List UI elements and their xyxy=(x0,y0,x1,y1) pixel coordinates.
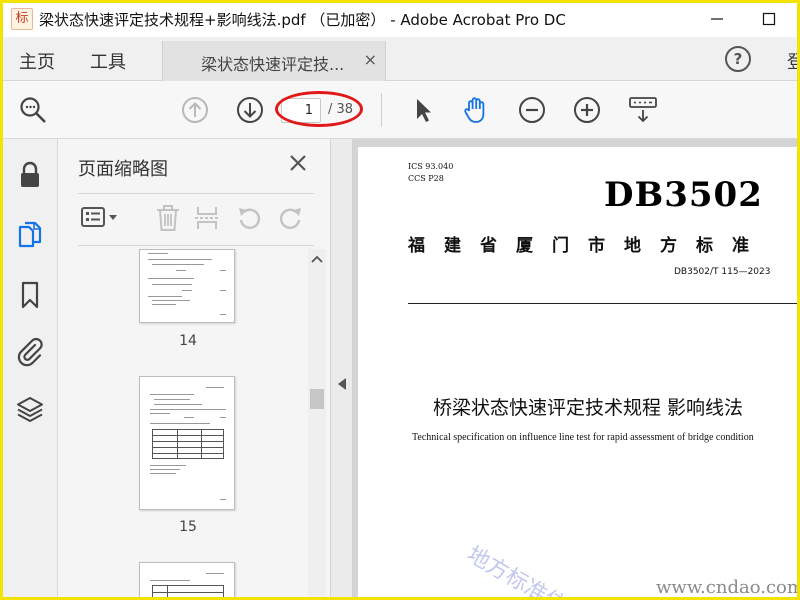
page-thumbnail-15[interactable] xyxy=(139,376,235,510)
keyboard-scroll-icon[interactable] xyxy=(628,95,658,125)
maximize-icon xyxy=(762,12,776,26)
ccs-line: CCS P28 xyxy=(408,174,444,183)
page-thumbnail-label: 14 xyxy=(179,333,197,349)
previous-page-icon[interactable] xyxy=(180,95,210,125)
hand-tool-icon[interactable] xyxy=(461,95,491,125)
tab-tools[interactable]: 工具 xyxy=(90,48,126,74)
document-tab-label: 梁状态快速评定技... xyxy=(201,55,345,74)
red-annotation-ellipse xyxy=(275,91,363,127)
tab-bar: 主页 工具 梁状态快速评定技... × ? 登 xyxy=(3,37,797,81)
tab-document[interactable]: 梁状态快速评定技... × xyxy=(162,41,386,81)
panel-divider xyxy=(78,193,314,194)
rotate-counterclockwise-icon[interactable] xyxy=(234,203,264,233)
thumbnail-table xyxy=(152,585,224,597)
toolbar-divider xyxy=(381,93,382,127)
minimize-button[interactable] xyxy=(697,5,737,33)
scroll-up-icon[interactable] xyxy=(311,255,323,263)
help-icon[interactable]: ? xyxy=(725,46,751,72)
left-nav-rail xyxy=(3,139,58,597)
acrobat-window: 标 梁状态快速评定技术规程+影响线法.pdf （已加密） - Adobe Acr… xyxy=(3,3,797,597)
standard-code: DB3502 xyxy=(604,175,763,215)
panel-divider xyxy=(78,245,314,246)
document-title-english: Technical specification on influence lin… xyxy=(412,432,754,443)
scrollbar-thumb[interactable] xyxy=(310,389,324,409)
toolbar: 1 / 38 xyxy=(3,81,797,139)
collapse-left-icon[interactable] xyxy=(337,377,347,391)
close-icon[interactable] xyxy=(288,153,308,173)
header-rule xyxy=(408,303,797,304)
ics-line: ICS 93.040 xyxy=(408,162,454,171)
document-title-chinese: 桥梁状态快速评定技术规程 影响线法 xyxy=(433,397,744,419)
document-viewport[interactable]: ICS 93.040 CCS P28 DB3502 福建省厦门市地方标准 DB3… xyxy=(353,139,797,597)
sign-in-button[interactable]: 登 xyxy=(787,48,797,74)
page-thumbnail-16[interactable] xyxy=(139,562,235,597)
tab-home[interactable]: 主页 xyxy=(19,48,55,74)
ics-codes: ICS 93.040 CCS P28 xyxy=(408,161,453,185)
find-icon[interactable] xyxy=(18,95,48,125)
thumbnail-scrollbar[interactable] xyxy=(308,249,326,597)
watermark-diagonal: 地方标准信 xyxy=(462,542,571,597)
bookmark-icon[interactable] xyxy=(14,279,46,311)
zoom-in-icon[interactable] xyxy=(572,95,602,125)
zoom-out-icon[interactable] xyxy=(517,95,547,125)
next-page-icon[interactable] xyxy=(235,95,265,125)
watermark-site: www.cndao.com xyxy=(656,577,797,597)
page-thumbnail-14[interactable] xyxy=(139,249,235,323)
standard-category: 福建省厦门市地方标准 xyxy=(408,236,768,256)
close-tab-button[interactable]: × xyxy=(364,50,377,69)
app-icon: 标 xyxy=(11,8,33,30)
title-bar: 标 梁状态快速评定技术规程+影响线法.pdf （已加密） - Adobe Acr… xyxy=(3,3,797,37)
extract-page-icon[interactable] xyxy=(192,203,222,233)
layers-icon[interactable] xyxy=(14,393,46,425)
thumbnail-options-icon[interactable] xyxy=(80,203,120,233)
select-cursor-icon[interactable] xyxy=(408,95,438,125)
lock-icon[interactable] xyxy=(14,159,46,191)
attachment-icon[interactable] xyxy=(14,335,46,367)
page-thumbnails-panel: 页面缩略图 14 15 xyxy=(58,139,331,597)
page-thumbnail-label: 15 xyxy=(179,519,197,535)
standard-number: DB3502/T 115—2023 xyxy=(674,267,771,277)
thumbnail-list: 14 15 xyxy=(78,249,324,597)
rotate-clockwise-icon[interactable] xyxy=(276,203,306,233)
panel-title: 页面缩略图 xyxy=(78,159,168,180)
panel-collapse-strip[interactable] xyxy=(331,139,353,597)
thumbnail-table xyxy=(152,429,224,459)
pdf-page: ICS 93.040 CCS P28 DB3502 福建省厦门市地方标准 DB3… xyxy=(358,147,797,597)
delete-page-icon[interactable] xyxy=(153,203,183,233)
maximize-button[interactable] xyxy=(749,5,789,33)
page-thumbnails-icon[interactable] xyxy=(14,219,46,251)
minimize-icon xyxy=(711,18,723,20)
window-title: 梁状态快速评定技术规程+影响线法.pdf （已加密） - Adobe Acrob… xyxy=(39,11,566,29)
